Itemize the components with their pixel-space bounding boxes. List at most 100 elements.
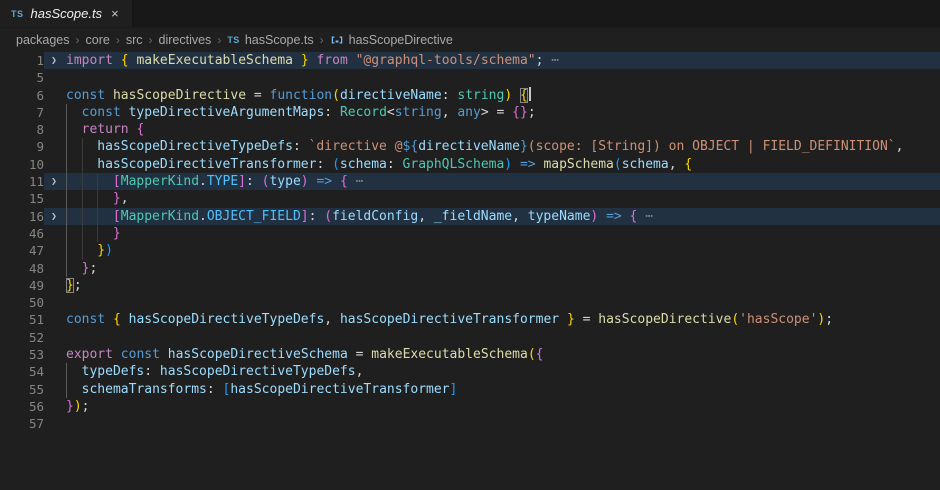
code-line[interactable]: 53 export const hasScopeDirectiveSchema =… [0,346,940,363]
code-text[interactable]: schemaTransforms: [hasScopeDirectiveTran… [64,381,940,398]
code-text[interactable]: typeDefs: hasScopeDirectiveTypeDefs, [64,363,940,380]
breadcrumb-item-symbol[interactable]: hasScopeDirective [330,33,453,47]
indent-guide [82,138,98,155]
indent-guide [66,190,82,207]
fold-gutter [44,190,64,207]
line-number[interactable]: 48 [0,260,44,277]
code-text[interactable]: [MapperKind.TYPE]: (type) => { ⋯ [64,173,940,190]
code-text[interactable] [64,294,940,311]
code-text[interactable]: [MapperKind.OBJECT_FIELD]: (fieldConfig,… [64,208,940,225]
code-line[interactable]: 50 [0,294,940,311]
code-text[interactable]: }, [64,190,940,207]
line-number[interactable]: 8 [0,121,44,138]
editor-tab-hasscope[interactable]: TS hasScope.ts × [0,0,133,27]
line-number[interactable]: 15 [0,190,44,207]
code-text[interactable]: }); [64,398,940,415]
indent-guide [66,363,82,380]
code-line[interactable]: 1❯import { makeExecutableSchema } from "… [0,52,940,69]
code-text[interactable]: export const hasScopeDirectiveSchema = m… [64,346,940,363]
fold-chevron-icon[interactable]: ❯ [44,173,64,190]
line-number[interactable]: 6 [0,87,44,104]
code-line[interactable]: 7 const typeDirectiveArgumentMaps: Record… [0,104,940,121]
code-text[interactable]: }; [64,277,940,294]
code-line[interactable]: 57 [0,415,940,432]
code-line[interactable]: 49}; [0,277,940,294]
indent-guide [66,173,82,190]
line-number[interactable]: 53 [0,346,44,363]
code-line[interactable]: 46} [0,225,940,242]
code-line[interactable]: 9 hasScopeDirectiveTypeDefs: `directive @… [0,138,940,155]
fold-gutter [44,381,64,398]
fold-gutter [44,294,64,311]
code-text[interactable]: import { makeExecutableSchema } from "@g… [64,52,940,69]
code-line[interactable]: 6 const hasScopeDirective = function(dire… [0,87,940,104]
line-number[interactable]: 54 [0,363,44,380]
close-icon[interactable]: × [109,6,121,21]
indent-guide [66,225,82,242]
fold-gutter [44,277,64,294]
line-number[interactable]: 47 [0,242,44,259]
code-line[interactable]: 48}; [0,260,940,277]
indent-guide [97,190,113,207]
code-line[interactable]: 56}); [0,398,940,415]
code-text[interactable]: }) [64,242,940,259]
code-line[interactable]: 16❯[MapperKind.OBJECT_FIELD]: (fieldConf… [0,208,940,225]
indent-guide [82,225,98,242]
line-number[interactable]: 51 [0,311,44,328]
indent-guide [66,138,82,155]
line-number[interactable]: 1 [0,52,44,69]
line-number[interactable]: 52 [0,329,44,346]
code-text[interactable]: hasScopeDirectiveTypeDefs: `directive @$… [64,138,940,155]
code-text[interactable]: }; [64,260,940,277]
line-number[interactable]: 9 [0,138,44,155]
code-line[interactable]: 15}, [0,190,940,207]
code-text[interactable]: hasScopeDirectiveTransformer: (schema: G… [64,156,940,173]
code-line[interactable]: 10 hasScopeDirectiveTransformer: (schema:… [0,156,940,173]
breadcrumb-separator: › [319,33,325,47]
breadcrumb-item-packages[interactable]: packages [16,33,70,47]
line-number[interactable]: 10 [0,156,44,173]
code-text[interactable]: const hasScopeDirective = function(direc… [64,87,940,104]
fold-gutter [44,138,64,155]
code-text[interactable] [64,69,940,86]
code-line[interactable]: 5 [0,69,940,86]
code-line[interactable]: 54 typeDefs: hasScopeDirectiveTypeDefs, [0,363,940,380]
code-text[interactable]: const { hasScopeDirectiveTypeDefs, hasSc… [64,311,940,328]
code-editor[interactable]: 1❯import { makeExecutableSchema } from "… [0,52,940,490]
indent-guide [97,173,113,190]
code-line[interactable]: 8 return { [0,121,940,138]
typescript-file-icon: TS [11,9,24,19]
code-line[interactable]: 55 schemaTransforms: [hasScopeDirectiveTr… [0,381,940,398]
code-text[interactable] [64,415,940,432]
breadcrumb-separator: › [148,33,154,47]
line-number[interactable]: 50 [0,294,44,311]
breadcrumb-item-src[interactable]: src [126,33,143,47]
line-number[interactable]: 7 [0,104,44,121]
line-number[interactable]: 56 [0,398,44,415]
code-line[interactable]: 52 [0,329,940,346]
line-number[interactable]: 11 [0,173,44,190]
fold-chevron-icon[interactable]: ❯ [44,208,64,225]
fold-chevron-icon[interactable]: ❯ [44,52,64,69]
code-text[interactable]: return { [64,121,940,138]
indent-guide [97,208,113,225]
code-line[interactable]: 47}) [0,242,940,259]
code-text[interactable] [64,329,940,346]
code-line[interactable]: 51 const { hasScopeDirectiveTypeDefs, has… [0,311,940,328]
fold-gutter [44,346,64,363]
line-number[interactable]: 5 [0,69,44,86]
line-number[interactable]: 16 [0,208,44,225]
code-line[interactable]: 11❯[MapperKind.TYPE]: (type) => { ⋯ [0,173,940,190]
line-number[interactable]: 46 [0,225,44,242]
breadcrumb-item-file[interactable]: TS hasScope.ts [227,33,313,47]
indent-guide [97,225,113,242]
text-cursor [529,87,531,101]
breadcrumb-file-label: hasScope.ts [245,33,314,47]
breadcrumb-item-core[interactable]: core [86,33,110,47]
line-number[interactable]: 49 [0,277,44,294]
code-text[interactable]: } [64,225,940,242]
code-text[interactable]: const typeDirectiveArgumentMaps: Record<… [64,104,940,121]
line-number[interactable]: 57 [0,415,44,432]
breadcrumb-item-directives[interactable]: directives [159,33,212,47]
line-number[interactable]: 55 [0,381,44,398]
